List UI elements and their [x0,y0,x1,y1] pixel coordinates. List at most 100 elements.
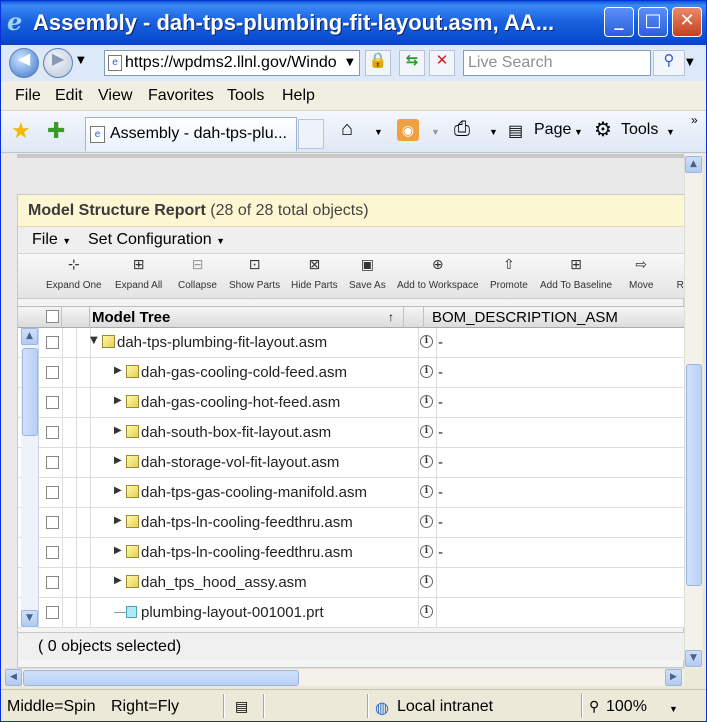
info-icon[interactable]: i [420,485,433,498]
row-checkbox[interactable] [46,606,59,619]
bom-description-header[interactable]: BOM_DESCRIPTION_ASM [426,307,684,328]
tree-scroll-up-button[interactable]: ▲ [21,328,38,345]
refresh-button[interactable]: ⇆ [399,50,425,76]
table-row[interactable]: ▶ dah-gas-cooling-hot-feed.asm i - [18,388,684,418]
hide-parts-button[interactable]: ⊠ Hide Parts [291,256,338,291]
table-row[interactable]: ▶ dah-tps-ln-cooling-feedthru.asm i - [18,508,684,538]
row-checkbox[interactable] [46,486,59,499]
page-vertical-thumb[interactable] [686,364,702,586]
lock-icon[interactable]: 🔒 [365,50,391,76]
expand-node-icon[interactable]: ▶ [114,515,122,526]
row-checkbox[interactable] [46,516,59,529]
row-checkbox[interactable] [46,336,59,349]
tools-dropdown-icon[interactable]: ▼ [666,127,675,137]
show-parts-button[interactable]: ⊡ Show Parts [229,256,280,291]
title-bar[interactable]: e Assembly - dah-tps-plumbing-fit-layout… [1,1,706,45]
add-to-workspace-button[interactable]: ⊕ Add to Workspace [397,256,479,291]
favorites-center-icon[interactable]: ★ [11,119,31,144]
model-name[interactable]: dah-south-box-fit-layout.asm [141,424,331,441]
page-scroll-right-button[interactable]: ▶ [665,669,682,686]
row-checkbox[interactable] [46,546,59,559]
expand-all-button[interactable]: ⊞ Expand All [115,256,162,291]
model-name[interactable]: dah-tps-gas-cooling-manifold.asm [141,484,367,501]
search-input[interactable]: Live Search [463,50,651,76]
collapse-button[interactable]: ⊟ Collapse [178,256,217,291]
expand-node-icon[interactable]: ▶ [114,365,122,376]
menu-edit[interactable]: Edit [55,87,83,105]
page-scroll-up-button[interactable]: ▲ [685,156,702,173]
model-name[interactable]: plumbing-layout-001001.prt [141,604,324,621]
row-checkbox[interactable] [46,396,59,409]
info-icon[interactable]: i [420,575,433,588]
expand-node-icon[interactable]: ▶ [114,545,122,556]
model-name[interactable]: dah-storage-vol-fit-layout.asm [141,454,339,471]
page-menu[interactable]: Page [534,121,571,139]
select-all-checkbox[interactable] [46,310,59,323]
print-icon[interactable]: ⎙ [454,118,470,141]
more-commands-icon[interactable]: » [691,113,698,127]
minimize-button[interactable]: _ [604,7,634,37]
add-favorite-icon[interactable]: ✚ [47,119,65,144]
page-icon[interactable]: ▤ [508,121,523,141]
print-dropdown-icon[interactable]: ▼ [489,127,498,137]
menu-tools[interactable]: Tools [227,87,264,105]
re-button[interactable]: Re [674,256,684,291]
row-checkbox[interactable] [46,426,59,439]
model-tree-header[interactable]: Model Tree [90,307,404,328]
home-dropdown-icon[interactable]: ▼ [374,127,383,137]
info-icon[interactable]: i [420,425,433,438]
model-name[interactable]: dah-tps-ln-cooling-feedthru.asm [141,514,353,531]
model-name[interactable]: dah-gas-cooling-cold-feed.asm [141,364,347,381]
expand-one-button[interactable]: ⊹ Expand One [46,256,102,291]
forward-button[interactable]: ▶ [43,48,73,78]
browser-tab[interactable]: e Assembly - dah-tps-plu... [85,117,297,151]
table-row[interactable]: ▶ dah-tps-ln-cooling-feedthru.asm i - [18,538,684,568]
menu-file[interactable]: File [15,87,41,105]
row-checkbox[interactable] [46,576,59,589]
expand-node-icon[interactable]: ▶ [114,575,122,586]
zoom-dropdown-icon[interactable]: ▼ [669,704,678,714]
security-zone[interactable]: Local intranet [397,698,493,716]
model-name[interactable]: dah-tps-ln-cooling-feedthru.asm [141,544,353,561]
page-dropdown-icon[interactable]: ▼ [574,127,583,137]
model-name[interactable]: dah-tps-plumbing-fit-layout.asm [117,334,327,351]
info-icon[interactable]: i [420,395,433,408]
recent-pages-dropdown-icon[interactable]: ▼ [77,55,85,66]
save-as-button[interactable]: ▣ Save As [349,256,386,291]
promote-button[interactable]: ⇧ Promote [490,256,528,291]
menu-help[interactable]: Help [282,87,315,105]
table-row[interactable]: ▶ dah-storage-vol-fit-layout.asm i - [18,448,684,478]
table-row[interactable]: ▶ dah-gas-cooling-cold-feed.asm i - [18,358,684,388]
search-options-icon[interactable]: ▼ [686,57,694,68]
info-icon[interactable]: i [420,605,433,618]
feeds-dropdown-icon[interactable]: ▼ [431,127,440,137]
report-file-menu[interactable]: File ▼ [32,227,71,254]
feeds-icon[interactable]: ◉ [397,119,419,141]
page-scroll-down-button[interactable]: ▼ [685,650,702,667]
table-row[interactable]: ▶ dah_tps_hood_assy.asm i [18,568,684,598]
page-horizontal-scrollbar[interactable]: ◀ ▶ [5,668,684,686]
info-icon[interactable]: i [420,365,433,378]
page-vertical-scrollbar[interactable]: ▲ ▼ [684,154,702,668]
page-horizontal-thumb[interactable] [23,670,299,686]
url-field[interactable]: e https://wpdms2.llnl.gov/Windo [104,50,360,76]
info-icon[interactable]: i [420,545,433,558]
info-icon[interactable]: i [420,515,433,528]
url-dropdown-icon[interactable]: ▼ [346,57,354,68]
stop-button[interactable]: ✕ [429,50,455,76]
tools-menu[interactable]: Tools [621,121,658,139]
close-button[interactable]: ✕ [672,7,702,37]
table-row[interactable]: ▶ dah-tps-gas-cooling-manifold.asm i - [18,478,684,508]
collapse-node-icon[interactable]: ▼ [90,335,98,346]
back-button[interactable]: ◀ [9,48,39,78]
tree-scroll-thumb[interactable] [22,348,38,436]
menu-favorites[interactable]: Favorites [148,87,214,105]
add-to-baseline-button[interactable]: ⊞ Add To Baseline [540,256,612,291]
menu-view[interactable]: View [98,87,132,105]
tools-gear-icon[interactable]: ⚙ [594,117,612,142]
expand-node-icon[interactable]: ▶ [114,485,122,496]
table-row[interactable]: plumbing-layout-001001.prt i [18,598,684,628]
model-name[interactable]: dah-gas-cooling-hot-feed.asm [141,394,340,411]
row-checkbox[interactable] [46,366,59,379]
home-icon[interactable]: ⌂ [341,118,353,141]
